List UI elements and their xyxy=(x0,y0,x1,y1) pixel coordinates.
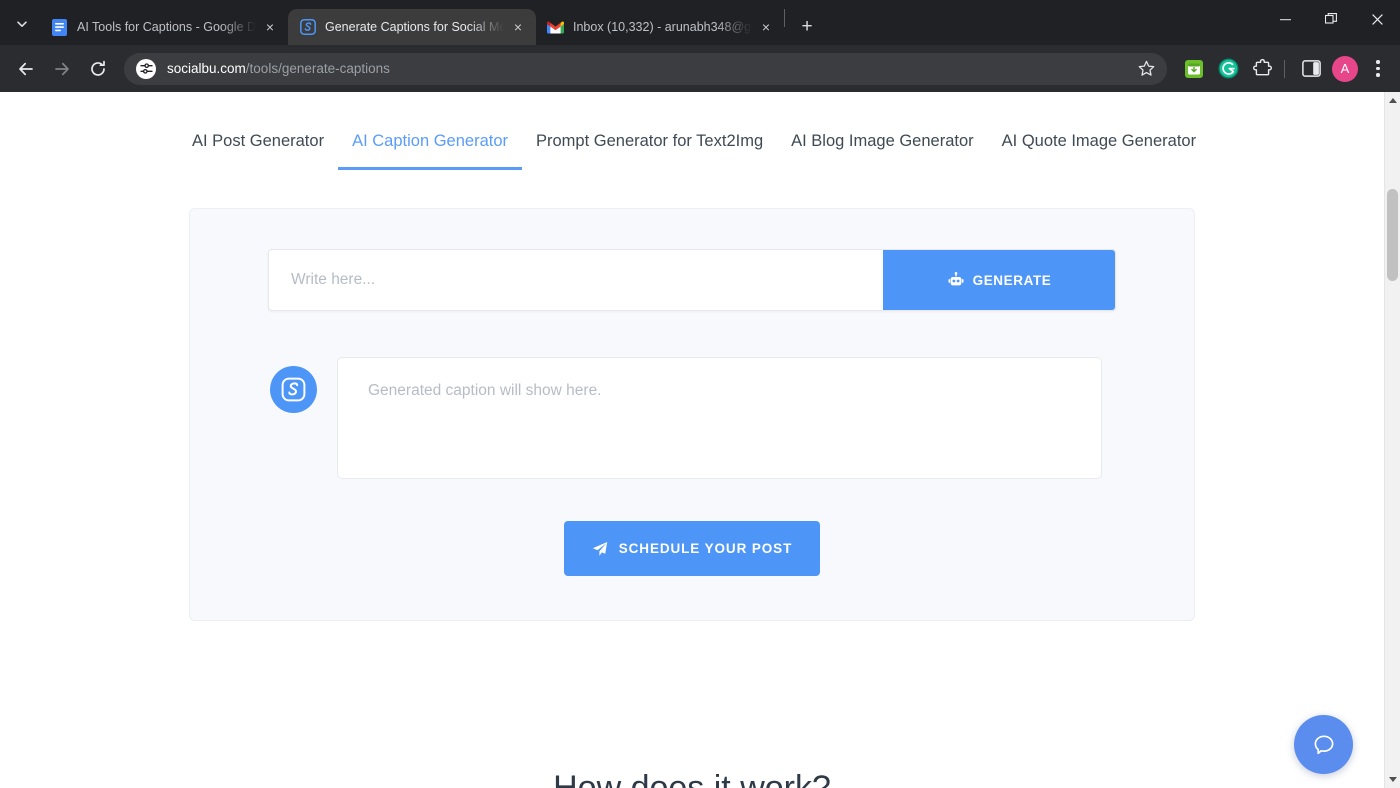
maximize-button[interactable] xyxy=(1308,0,1354,38)
bookmark-button[interactable] xyxy=(1133,56,1159,82)
browser-tab-title: AI Tools for Captions - Google D xyxy=(77,9,256,45)
schedule-button-label: SCHEDULE YOUR POST xyxy=(619,541,792,556)
chrome-menu-button[interactable] xyxy=(1364,55,1392,83)
browser-tab-title: Inbox (10,332) - arunabh348@g xyxy=(573,9,752,45)
new-tab-button[interactable]: + xyxy=(791,11,823,43)
back-button[interactable] xyxy=(10,53,42,85)
scrollbar-track[interactable] xyxy=(1385,109,1400,771)
triangle-up-icon xyxy=(1389,98,1397,103)
kebab-menu-icon xyxy=(1376,73,1380,77)
restore-icon xyxy=(1325,13,1337,25)
generate-button[interactable]: GENERATE xyxy=(883,249,1116,311)
chat-bubble-icon xyxy=(1309,730,1339,760)
url-host: socialbu.com xyxy=(167,61,246,76)
address-bar[interactable]: socialbu.com/tools/generate-captions xyxy=(124,53,1167,85)
schedule-your-post-button[interactable]: SCHEDULE YOUR POST xyxy=(564,521,820,576)
web-page: AI Post Generator AI Caption Generator P… xyxy=(0,92,1384,788)
close-icon xyxy=(1372,14,1383,25)
browser-window: AI Tools for Captions - Google D × Gener… xyxy=(0,0,1400,788)
side-panel-button[interactable] xyxy=(1296,54,1326,84)
browser-tab-socialbu[interactable]: Generate Captions for Social Me × xyxy=(288,9,536,45)
browser-tab-gmail[interactable]: Inbox (10,332) - arunabh348@g × xyxy=(536,9,784,45)
gmail-icon xyxy=(547,19,564,36)
triangle-down-icon xyxy=(1389,777,1397,782)
browser-toolbar: socialbu.com/tools/generate-captions xyxy=(0,45,1400,92)
tab-close-icon[interactable]: × xyxy=(756,17,776,37)
generated-caption-box[interactable]: Generated caption will show here. xyxy=(337,357,1102,479)
tool-tab-list: AI Post Generator AI Caption Generator P… xyxy=(189,130,1195,170)
url-path: /tools/generate-captions xyxy=(246,61,390,76)
forward-button[interactable] xyxy=(46,53,78,85)
schedule-row: SCHEDULE YOUR POST xyxy=(230,521,1154,576)
grammarly-icon xyxy=(1218,58,1239,79)
extensions-button[interactable] xyxy=(1247,54,1277,84)
google-docs-icon xyxy=(51,19,68,36)
generated-caption-placeholder: Generated caption will show here. xyxy=(368,382,602,399)
tab-prompt-generator-text2img[interactable]: Prompt Generator for Text2Img xyxy=(522,130,777,170)
browser-tab-title: Generate Captions for Social Me xyxy=(325,9,504,45)
minimize-icon xyxy=(1280,14,1291,25)
site-settings-icon[interactable] xyxy=(136,59,156,79)
generate-button-label: GENERATE xyxy=(973,273,1052,288)
puzzle-piece-icon xyxy=(1253,59,1272,78)
page-viewport: AI Post Generator AI Caption Generator P… xyxy=(0,92,1400,788)
prompt-input[interactable] xyxy=(269,250,883,310)
chevron-down-icon xyxy=(16,18,28,30)
page-scrollbar[interactable] xyxy=(1384,92,1400,788)
help-chat-button[interactable] xyxy=(1294,715,1353,774)
browser-tab-google-docs[interactable]: AI Tools for Captions - Google D × xyxy=(40,9,288,45)
tab-ai-blog-image-generator[interactable]: AI Blog Image Generator xyxy=(777,130,988,170)
window-controls xyxy=(1262,0,1400,45)
scroll-up-button[interactable] xyxy=(1385,92,1400,109)
scroll-down-button[interactable] xyxy=(1385,771,1400,788)
close-window-button[interactable] xyxy=(1354,0,1400,38)
arrow-right-icon xyxy=(53,60,71,78)
toolbar-separator xyxy=(1284,60,1285,78)
tab-strip: AI Tools for Captions - Google D × Gener… xyxy=(0,0,1400,45)
reload-button[interactable] xyxy=(82,53,114,85)
tab-search-button[interactable] xyxy=(4,6,40,42)
tab-close-icon[interactable]: × xyxy=(260,17,280,37)
star-icon xyxy=(1138,60,1155,77)
socialbu-icon xyxy=(299,19,316,36)
grammarly-button[interactable] xyxy=(1213,54,1243,84)
tab-ai-post-generator[interactable]: AI Post Generator xyxy=(192,130,338,170)
robot-icon xyxy=(948,272,964,288)
tab-list: AI Tools for Captions - Google D × Gener… xyxy=(40,0,1262,45)
side-panel-icon xyxy=(1302,60,1321,77)
reload-icon xyxy=(89,60,107,78)
url-text: socialbu.com/tools/generate-captions xyxy=(167,61,1129,76)
kebab-menu-icon xyxy=(1376,67,1380,71)
page-content: AI Post Generator AI Caption Generator P… xyxy=(189,92,1195,788)
arrow-left-icon xyxy=(17,60,35,78)
prompt-row: GENERATE xyxy=(268,249,1116,311)
tab-ai-quote-image-generator[interactable]: AI Quote Image Generator xyxy=(988,130,1210,170)
profile-avatar[interactable]: A xyxy=(1332,56,1358,82)
socialbu-logo xyxy=(270,366,317,413)
caption-generator-card: GENERATE Generated caption will show her… xyxy=(189,208,1195,621)
extension-green-icon xyxy=(1184,59,1204,79)
how-it-works-heading: How does it work? xyxy=(189,769,1195,788)
tab-separator xyxy=(784,9,785,27)
tab-ai-caption-generator[interactable]: AI Caption Generator xyxy=(338,130,522,170)
extension-green-button[interactable] xyxy=(1179,54,1209,84)
tab-close-icon[interactable]: × xyxy=(508,17,528,37)
paper-plane-icon xyxy=(592,541,608,557)
result-row: Generated caption will show here. xyxy=(230,357,1102,479)
scrollbar-thumb[interactable] xyxy=(1387,189,1398,281)
kebab-menu-icon xyxy=(1376,60,1380,64)
minimize-button[interactable] xyxy=(1262,0,1308,38)
